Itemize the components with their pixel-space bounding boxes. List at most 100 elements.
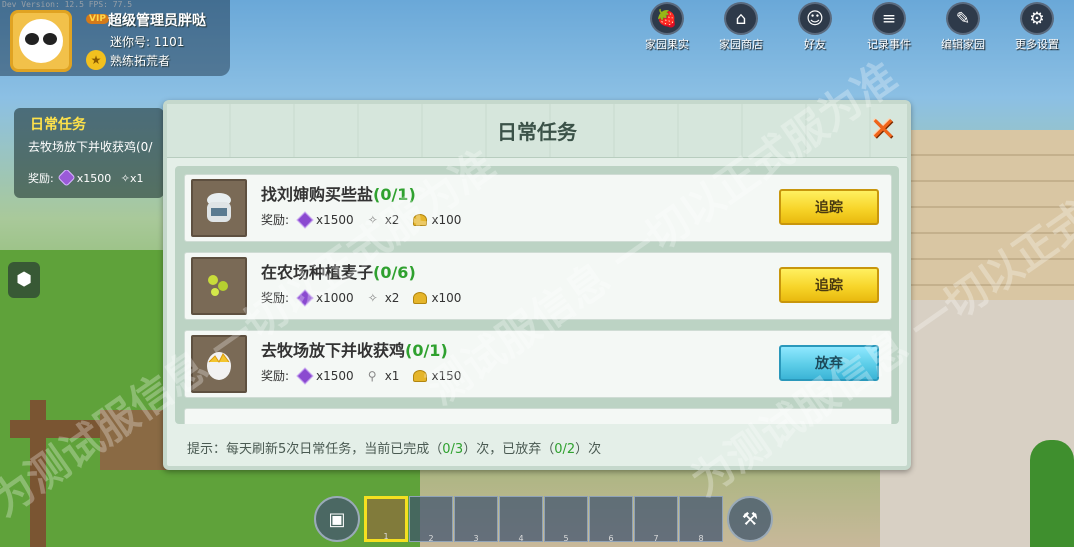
- task-progress: (0/6): [373, 263, 416, 282]
- gem-icon: [296, 211, 314, 228]
- panda-face-icon: [19, 19, 63, 63]
- tip-suffix: ）次: [575, 442, 602, 457]
- reward-item: ✧ x2: [368, 213, 400, 227]
- reward-gem-amount: x1000: [316, 290, 354, 305]
- plant: [1030, 440, 1074, 547]
- stone-wall: [905, 130, 1074, 310]
- slot-number: 6: [608, 534, 614, 543]
- hotbar-slot[interactable]: 5: [544, 496, 588, 543]
- reward-coin-amount: x100: [431, 290, 462, 305]
- coin-icon: [413, 213, 428, 226]
- player-id: 迷你号: 1101: [110, 35, 185, 49]
- menu-record-events[interactable]: ≡ 记录事件: [852, 0, 926, 52]
- menu-friends[interactable]: ☺ 好友: [778, 0, 852, 52]
- task-rewards: 奖励: x1500 ✧ x2 x100: [261, 211, 475, 228]
- dialog-title: 日常任务: [497, 120, 577, 144]
- close-button[interactable]: ✕: [867, 112, 899, 146]
- task-row: 在农场种植麦子(0/6) 奖励: x1000 ✧ x2 x100 追踪: [184, 252, 892, 320]
- reward-item-amount: x2: [384, 212, 400, 227]
- hotbar-slot[interactable]: 3: [454, 496, 498, 543]
- reward-label: 奖励:: [261, 369, 290, 383]
- menu-more-settings[interactable]: ⚙ 更多设置: [1000, 0, 1074, 52]
- reward-gem: x1000: [296, 289, 354, 306]
- feather-icon: ✧: [367, 212, 378, 227]
- reward-coin-amount: x100: [431, 212, 462, 227]
- reward-item-amount: x1: [384, 368, 400, 383]
- task-row-partial: [184, 408, 892, 424]
- tracker-reward-extra: x1: [129, 172, 144, 185]
- menu-label: 更多设置: [1015, 38, 1059, 51]
- tip-done-count: 0/3: [442, 442, 464, 457]
- abandon-button[interactable]: 放弃: [779, 345, 879, 381]
- friends-icon: ☺: [798, 2, 832, 35]
- coin-icon: [413, 369, 428, 382]
- hotbar: ▣ 1 2 3 4 5 6 7 8 ⚒: [314, 496, 773, 547]
- shop-icon: ⌂: [724, 2, 758, 35]
- track-button[interactable]: 追踪: [779, 267, 879, 303]
- hotbar-slot[interactable]: 7: [634, 496, 678, 543]
- reward-item: ✧ x2: [368, 291, 400, 305]
- reward-gem-amount: x1500: [316, 212, 354, 227]
- fruit-icon: 🍓: [650, 2, 684, 35]
- tracker-reward-label: 奖励:: [28, 172, 54, 185]
- task-row: 去牧场放下并收获鸡(0/1) 奖励: x1500 ⚲ x1 x150 放弃: [184, 330, 892, 398]
- salt-bag-icon: [191, 179, 247, 237]
- wooden-post: [30, 400, 46, 547]
- task-progress: (0/1): [373, 185, 416, 204]
- player-title: 熟练拓荒者: [110, 54, 171, 68]
- craft-button[interactable]: ⚒: [727, 496, 773, 542]
- tracker-reward-gem: x1500: [76, 172, 112, 185]
- task-title: 在农场种植麦子: [261, 263, 374, 282]
- coin-icon: [413, 291, 428, 304]
- task-title: 找刘婶购买些盐: [261, 185, 374, 204]
- dialog-tip: 提示：每天刷新5次日常任务，当前已完成（0/3）次，已放弃（0/2）次: [187, 438, 601, 457]
- menu-home-shop[interactable]: ⌂ 家园商店: [704, 0, 778, 52]
- gem-icon: [296, 367, 314, 384]
- task-name: 去牧场放下并收获鸡(0/1): [261, 337, 448, 361]
- menu-label: 记录事件: [867, 38, 911, 51]
- edit-icon: ✎: [946, 2, 980, 35]
- wooden-table: [100, 410, 170, 470]
- hotbar-slot[interactable]: 8: [679, 496, 723, 543]
- menu-label: 好友: [804, 38, 826, 51]
- reward-coin-amount: x150: [431, 368, 462, 383]
- tip-middle: ）次，已放弃（: [463, 442, 555, 457]
- task-title: 去牧场放下并收获鸡: [261, 341, 406, 360]
- reward-item-amount: x2: [384, 290, 400, 305]
- track-button[interactable]: 追踪: [779, 189, 879, 225]
- task-name: 在农场种植麦子(0/6): [261, 259, 416, 283]
- gem-icon: [57, 170, 76, 186]
- tracker-description: 去牧场放下并收获鸡(0/: [28, 140, 153, 154]
- menu-home-fruit[interactable]: 🍓 家园果实: [630, 0, 704, 52]
- menu-label: 家园商店: [719, 38, 763, 51]
- tip-abandoned-count: 0/2: [554, 442, 576, 457]
- record-icon: ≡: [872, 2, 906, 35]
- menu-edit-home[interactable]: ✎ 编辑家园: [926, 0, 1000, 52]
- slot-number: 2: [428, 534, 434, 543]
- hotbar-slot[interactable]: 6: [589, 496, 633, 543]
- reward-label: 奖励:: [261, 291, 290, 305]
- slot-number: 1: [383, 532, 389, 541]
- task-rewards: 奖励: x1000 ✧ x2 x100: [261, 289, 475, 306]
- menu-label: 编辑家园: [941, 38, 985, 51]
- task-list[interactable]: 找刘婶购买些盐(0/1) 奖励: x1500 ✧ x2 x100 追踪 在农场种植…: [175, 166, 899, 424]
- hotbar-slot[interactable]: 4: [499, 496, 543, 543]
- hotbar-slot[interactable]: 2: [409, 496, 453, 543]
- player-info-panel: VIP 超级管理员胖哒 迷你号: 1101 ★ 熟练拓荒者: [0, 0, 230, 76]
- camera-toggle-button[interactable]: ⬢: [8, 262, 40, 298]
- tracker-reward: 奖励: x1500 ✧x1: [28, 170, 174, 186]
- daily-task-tracker[interactable]: 日常任务 去牧场放下并收获鸡(0/ 奖励: x1500 ✧x1: [14, 108, 164, 198]
- avatar[interactable]: [10, 10, 72, 72]
- task-name: 找刘婶购买些盐(0/1): [261, 181, 416, 205]
- dialog-header: 日常任务 ✕: [167, 104, 907, 158]
- hotbar-slot[interactable]: 1: [364, 496, 408, 542]
- reward-gem: x1500: [296, 367, 354, 384]
- backpack-button[interactable]: ▣: [314, 496, 360, 542]
- daily-task-dialog: 日常任务 ✕ 找刘婶购买些盐(0/1) 奖励: x1500 ✧ x2 x100 追…: [163, 100, 911, 470]
- reward-gem-amount: x1500: [316, 368, 354, 383]
- reward-gem: x1500: [296, 211, 354, 228]
- top-menu: 🍓 家园果实 ⌂ 家园商店 ☺ 好友 ≡ 记录事件 ✎ 编辑家园 ⚙ 更多设置: [630, 0, 1074, 52]
- menu-label: 家园果实: [645, 38, 689, 51]
- task-row: 找刘婶购买些盐(0/1) 奖励: x1500 ✧ x2 x100 追踪: [184, 174, 892, 242]
- reward-coin: x150: [413, 369, 461, 383]
